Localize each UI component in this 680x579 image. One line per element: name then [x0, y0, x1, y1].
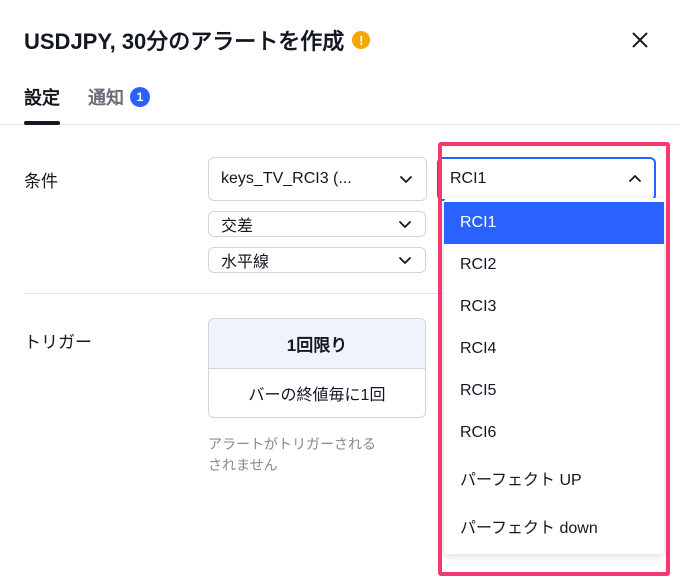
dropdown-option[interactable]: RCI5: [444, 370, 664, 412]
trigger-mode-once[interactable]: 1回限り: [209, 319, 425, 368]
dropdown-option[interactable]: RCI1: [444, 202, 664, 244]
hline-select-value: 水平線: [221, 248, 269, 272]
chevron-down-icon: [397, 216, 413, 232]
hline-select[interactable]: 水平線: [208, 247, 426, 273]
trigger-hint: アラートがトリガーされる されません: [208, 428, 426, 476]
chevron-down-icon: [398, 171, 414, 187]
indicator-select[interactable]: keys_TV_RCI3 (...: [208, 157, 427, 201]
close-icon: [629, 29, 651, 51]
dropdown-option[interactable]: RCI3: [444, 286, 664, 328]
dialog-title: USDJPY, 30分のアラートを作成: [24, 24, 344, 56]
dropdown-option[interactable]: パーフェクト UP: [444, 454, 664, 502]
line-select[interactable]: RCI1: [437, 157, 656, 201]
line-select-value: RCI1: [450, 170, 486, 188]
dropdown-option[interactable]: RCI4: [444, 328, 664, 370]
tab-notify-badge: 1: [130, 87, 150, 107]
trigger-mode-group[interactable]: 1回限り バーの終値毎に1回: [208, 318, 426, 418]
trigger-label: トリガー: [24, 318, 184, 353]
line-dropdown[interactable]: RCI1RCI2RCI3RCI4RCI5RCI6パーフェクト UPパーフェクト …: [444, 198, 664, 554]
dropdown-option[interactable]: RCI2: [444, 244, 664, 286]
tab-settings-label: 設定: [24, 84, 60, 110]
dropdown-option[interactable]: RCI6: [444, 412, 664, 454]
trigger-timing[interactable]: バーの終値毎に1回: [209, 368, 425, 417]
tab-settings[interactable]: 設定: [24, 72, 60, 124]
condition-label: 条件: [24, 157, 184, 192]
cross-select-value: 交差: [221, 212, 253, 236]
chevron-up-icon: [627, 171, 643, 187]
warning-icon: !: [352, 31, 370, 49]
indicator-select-value: keys_TV_RCI3 (...: [221, 170, 352, 188]
cross-select[interactable]: 交差: [208, 211, 426, 237]
close-button[interactable]: [624, 24, 656, 56]
tab-notify[interactable]: 通知 1: [88, 72, 150, 124]
tab-notify-label: 通知: [88, 84, 124, 110]
chevron-down-icon: [397, 252, 413, 268]
dropdown-option[interactable]: パーフェクト down: [444, 502, 664, 550]
